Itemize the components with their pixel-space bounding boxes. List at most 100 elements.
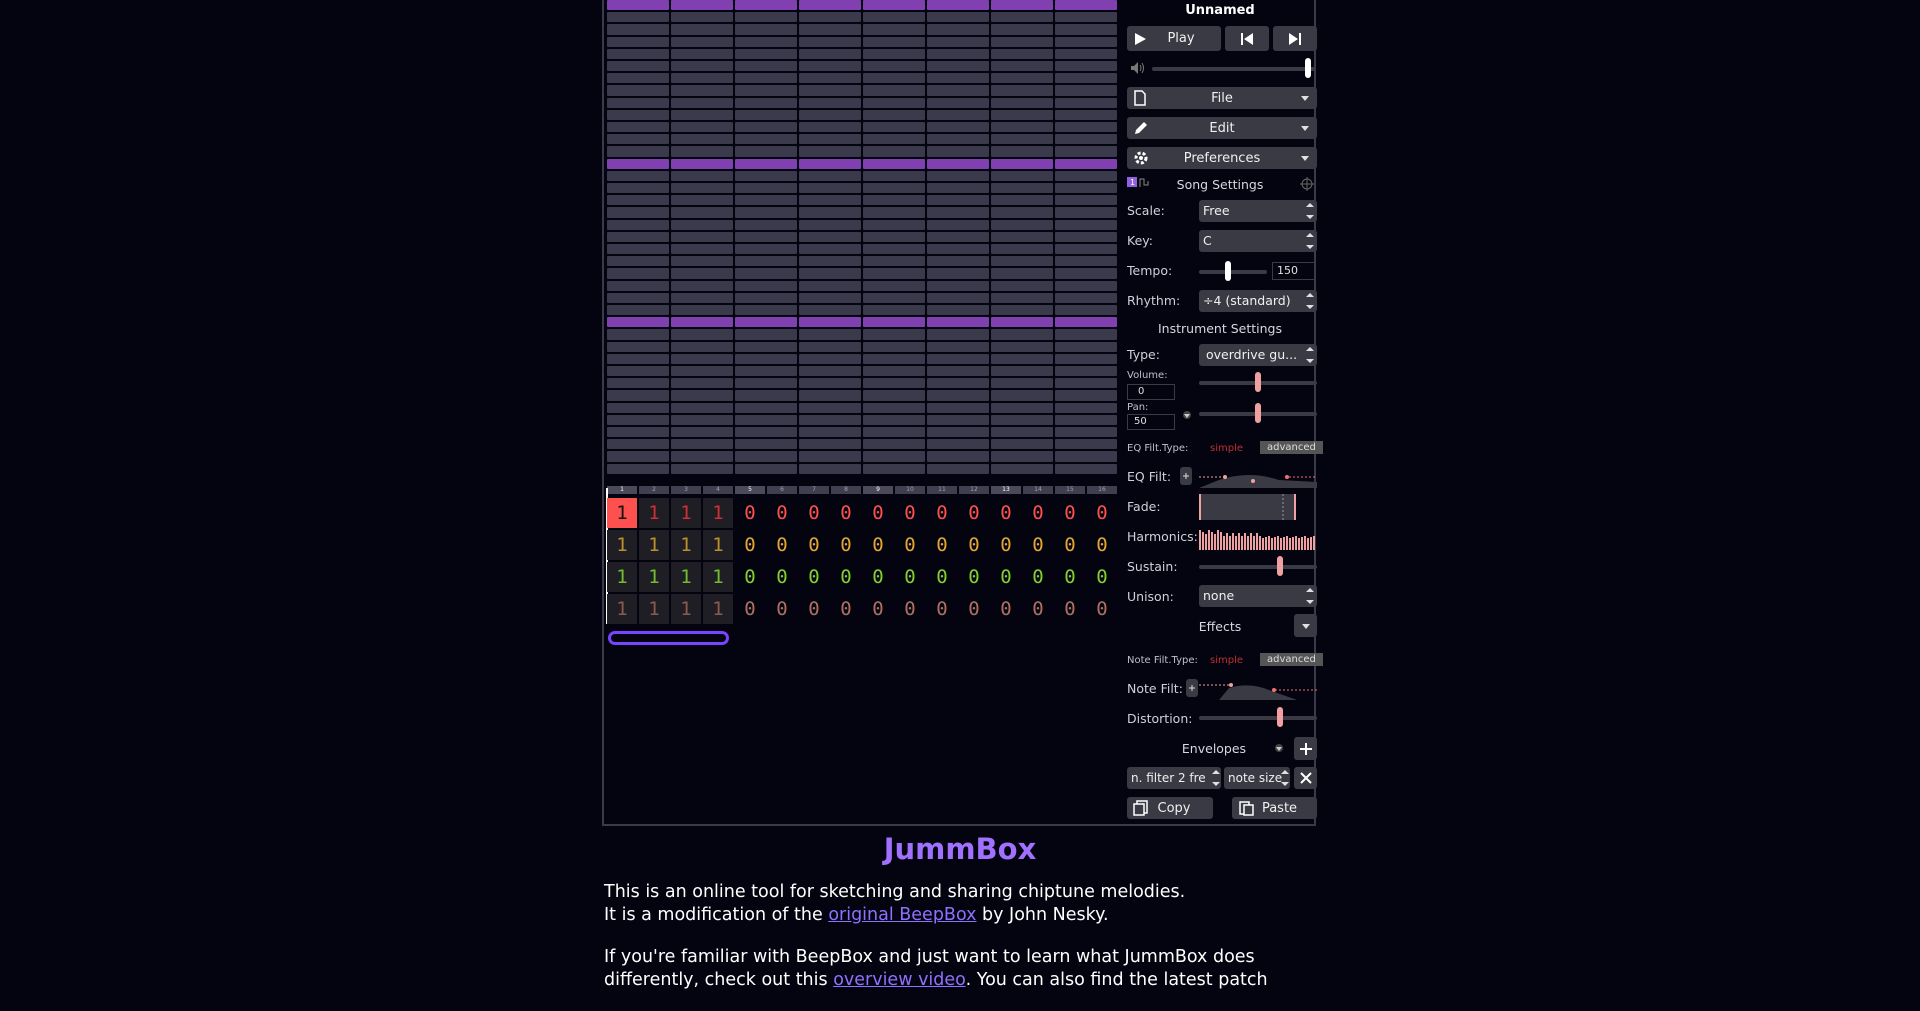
octave-row-cell[interactable] [927,159,989,169]
pitch-row-cell[interactable] [671,232,733,242]
pitch-row-cell[interactable] [1055,85,1117,95]
pattern-cell[interactable]: 0 [767,562,797,592]
pitch-row-cell[interactable] [607,232,669,242]
pitch-row-cell[interactable] [1055,390,1117,400]
pitch-row-cell[interactable] [927,293,989,303]
harmonic-bar[interactable] [1280,538,1282,550]
pitch-row-cell[interactable] [991,464,1053,474]
octave-row-cell[interactable] [863,317,925,327]
pitch-row-cell[interactable] [1055,134,1117,144]
pitch-row-cell[interactable] [735,256,797,266]
pattern-cell[interactable]: 0 [1087,562,1117,592]
pitch-row-cell[interactable] [863,171,925,181]
harmonic-bar[interactable] [1259,536,1261,550]
pitch-row-cell[interactable] [991,73,1053,83]
pitch-row-cell[interactable] [735,146,797,156]
pitch-row-cell[interactable] [863,207,925,217]
edit-menu[interactable]: Edit [1127,117,1317,139]
overview-video-link[interactable]: overview video [833,970,965,990]
pitch-row-cell[interactable] [735,268,797,278]
next-bar-button[interactable] [1273,26,1317,51]
pitch-row-cell[interactable] [607,256,669,266]
song-title[interactable]: Unnamed [1124,3,1316,18]
pitch-row-cell[interactable] [991,110,1053,120]
previous-bar-button[interactable] [1225,26,1269,51]
pitch-row-cell[interactable] [927,207,989,217]
pitch-row-cell[interactable] [607,134,669,144]
pitch-row-cell[interactable] [927,146,989,156]
pitch-row-cell[interactable] [735,134,797,144]
eq-simple-tab[interactable]: simple [1210,443,1243,454]
pitch-row-cell[interactable] [863,134,925,144]
harmonic-bar[interactable] [1214,534,1216,550]
chevron-down-icon[interactable] [1274,743,1284,753]
pitch-row-cell[interactable] [607,85,669,95]
note-simple-tab[interactable]: simple [1210,655,1243,666]
pitch-row-cell[interactable] [607,281,669,291]
pitch-row-cell[interactable] [863,366,925,376]
pitch-row-cell[interactable] [735,98,797,108]
pattern-cell[interactable]: 0 [1023,562,1053,592]
harmonic-bar[interactable] [1238,533,1240,550]
pattern-cell[interactable]: 0 [991,498,1021,528]
pitch-row-cell[interactable] [735,171,797,181]
harmonic-bar[interactable] [1229,536,1231,550]
pitch-row-cell[interactable] [735,354,797,364]
pitch-row-cell[interactable] [607,329,669,339]
pitch-row-cell[interactable] [1055,195,1117,205]
pitch-row-cell[interactable] [799,232,861,242]
pattern-cell[interactable]: 1 [671,594,701,624]
pitch-row-cell[interactable] [607,122,669,132]
pitch-row-cell[interactable] [735,85,797,95]
pitch-row-cell[interactable] [991,342,1053,352]
pitch-row-cell[interactable] [799,207,861,217]
pitch-row-cell[interactable] [799,305,861,315]
pitch-row-cell[interactable] [927,110,989,120]
original-beepbox-link[interactable]: original BeepBox [828,905,976,925]
pitch-row-cell[interactable] [671,183,733,193]
pitch-row-cell[interactable] [607,293,669,303]
pitch-row-cell[interactable] [927,329,989,339]
pitch-row-cell[interactable] [799,110,861,120]
pitch-row-cell[interactable] [927,49,989,59]
pitch-row-cell[interactable] [991,378,1053,388]
octave-row-cell[interactable] [991,159,1053,169]
pitch-row-cell[interactable] [863,464,925,474]
pitch-row-cell[interactable] [799,220,861,230]
pitch-row-cell[interactable] [863,281,925,291]
pitch-row-cell[interactable] [607,24,669,34]
pitch-row-cell[interactable] [671,256,733,266]
octave-row-cell[interactable] [607,0,669,10]
pitch-row-cell[interactable] [671,220,733,230]
pitch-row-cell[interactable] [607,366,669,376]
octave-row-cell[interactable] [735,0,797,10]
harmonics-editor[interactable] [1199,522,1317,550]
pan-input[interactable]: 50 [1127,414,1175,430]
pitch-row-cell[interactable] [927,354,989,364]
pattern-cell[interactable]: 0 [799,530,829,560]
pitch-row-cell[interactable] [735,305,797,315]
pitch-row-cell[interactable] [1055,37,1117,47]
pitch-row-cell[interactable] [671,171,733,181]
pitch-row-cell[interactable] [991,439,1053,449]
pitch-row-cell[interactable] [735,366,797,376]
pitch-row-cell[interactable] [927,390,989,400]
pitch-row-cell[interactable] [671,415,733,425]
pitch-row-cell[interactable] [607,378,669,388]
eq-advanced-tab[interactable]: advanced [1260,441,1323,454]
pitch-row-cell[interactable] [863,24,925,34]
effects-dropdown-button[interactable] [1294,614,1317,637]
pitch-row-cell[interactable] [1055,439,1117,449]
pitch-row-cell[interactable] [1055,378,1117,388]
pattern-cell[interactable]: 0 [959,530,989,560]
pitch-row-cell[interactable] [607,183,669,193]
pitch-row-cell[interactable] [607,464,669,474]
octave-row-cell[interactable] [607,159,669,169]
pattern-cell[interactable]: 0 [1087,530,1117,560]
pitch-row-cell[interactable] [927,85,989,95]
pitch-row-cell[interactable] [799,183,861,193]
pitch-row-cell[interactable] [991,256,1053,266]
pitch-row-cell[interactable] [607,73,669,83]
pitch-row-cell[interactable] [607,427,669,437]
pitch-row-cell[interactable] [607,12,669,22]
